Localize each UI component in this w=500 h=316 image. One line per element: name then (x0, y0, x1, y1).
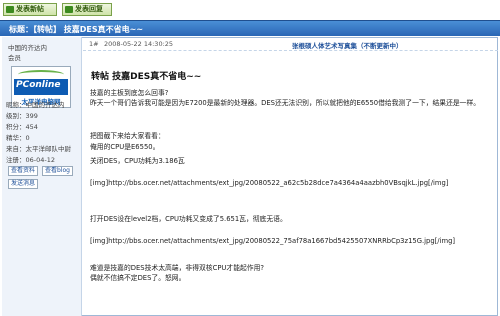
new-post-button[interactable]: 发表新帖 (3, 3, 57, 16)
reply-label: 发表回复 (75, 5, 103, 13)
author-role: 会员 (8, 54, 21, 62)
post-line: 难道是技嘉的DES技术太高端，非得双核CPU才能起作用? (90, 264, 265, 272)
author-essence: 精华：0 (6, 134, 30, 142)
post-line: [img]http://bbs.ocer.net/attachments/ext… (90, 179, 449, 187)
post-title: 转帖 技嘉DES真不省电~~ (91, 72, 202, 82)
author-registered: 注册：06-04-12 (6, 156, 56, 164)
post-line: 打开DES设在level2档，CPU功耗又变成了5.651瓦，彻底无语。 (90, 215, 287, 223)
send-message-button[interactable]: 发送消息 (8, 179, 38, 189)
author-points: 积分：454 (6, 123, 38, 131)
post-line: 俺用的CPU是E6550。 (90, 143, 160, 151)
post-floor: 1# (89, 40, 99, 48)
new-post-label: 发表新帖 (16, 5, 44, 13)
author-from: 来自：太平洋邮队中尉 (6, 145, 71, 153)
new-post-icon (6, 6, 14, 13)
post-line: 昨天一个哥们告诉我可能是因为E7200是最新的处理器。DES还无法识别，所以就把… (90, 99, 481, 107)
logo-main-text: PConline (16, 80, 61, 90)
author-name[interactable]: 中国的齐达内 (8, 42, 47, 52)
post-line: [img]http://bbs.ocer.net/attachments/ext… (90, 237, 456, 245)
view-blog-button[interactable]: 查看blog (42, 166, 73, 176)
post-line: 技嘉的主板到底怎么回事? (90, 89, 169, 97)
reply-icon (65, 6, 73, 13)
toolbar: 发表新帖 发表回复 (0, 0, 500, 20)
reply-button[interactable]: 发表回复 (62, 3, 112, 16)
ad-link[interactable]: 张根硕人体艺术写真集（不断更新中） (292, 40, 403, 50)
thread-title: 标题：【转帖】 技嘉DES真不省电~~ (9, 25, 144, 34)
author-level: 级别：399 (6, 112, 38, 120)
post-body: 1# 2008-05-22 14:30:25 张根硕人体艺术写真集（不断更新中）… (83, 37, 498, 316)
post-line: 把图截下来给大家看看： (90, 132, 165, 140)
logo-swirl-icon (18, 70, 64, 79)
author-nickname: 昵称：中国的齐达内 (6, 101, 65, 109)
view-profile-button[interactable]: 查看资料 (8, 166, 38, 176)
post-line: 偶就不信搞不定DES了。怒网。 (90, 274, 186, 282)
thread-title-bar: 标题：【转帖】 技嘉DES真不省电~~ (0, 20, 500, 36)
post-line: 关闭DES，CPU功耗为3.186瓦 (90, 157, 185, 165)
post-header: 1# 2008-05-22 14:30:25 张根硕人体艺术写真集（不断更新中） (83, 37, 498, 51)
post-date: 2008-05-22 14:30:25 (104, 40, 174, 48)
